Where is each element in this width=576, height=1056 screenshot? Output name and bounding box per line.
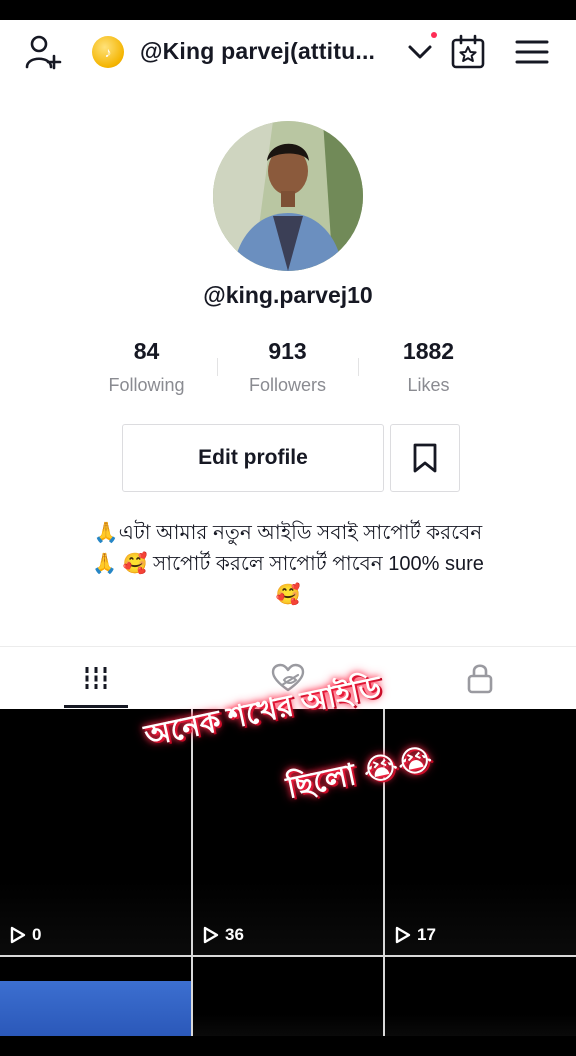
profile-username: @king.parvej10 [203,282,373,308]
video-view-count: 0 [32,925,42,944]
top-bar: ♪ @King parvej(attitu... [0,20,576,84]
stat-following[interactable]: 84 Following [76,336,217,400]
video-view-count: 36 [225,925,244,944]
video-thumbnail[interactable]: 0 [0,709,191,955]
add-user-icon [25,35,62,70]
grid-divider [383,709,385,1036]
bookmark-icon [413,443,437,473]
likes-count: 1882 [402,338,455,364]
grid-icon [85,667,107,689]
video-views: 36 [203,925,244,945]
followers-label: Followers [248,375,327,395]
video-view-count: 17 [417,925,436,944]
status-bar [0,0,576,20]
active-tab-indicator [64,705,128,708]
play-icon [203,926,219,944]
menu-icon [515,40,549,64]
profile-stats: 84 Following 913 Followers 1882 Likes [76,336,500,400]
video-views: 17 [395,925,436,945]
play-icon [395,926,411,944]
avatar[interactable] [213,121,363,271]
bio-line: 🥰 [275,584,301,606]
video-thumbnail[interactable]: 36 [193,709,383,955]
followers-count: 913 [268,338,307,364]
grid-divider [0,955,576,957]
bookmark-button[interactable] [390,424,460,492]
stat-likes[interactable]: 1882 Likes [358,336,499,400]
video-thumbnail[interactable] [385,957,576,1036]
calendar-button[interactable] [448,32,488,72]
stat-followers[interactable]: 913 Followers [217,336,358,400]
video-views: 0 [10,925,41,945]
tab-private[interactable] [448,647,512,709]
tab-videos[interactable] [64,647,128,709]
account-switcher-button[interactable] [404,36,436,68]
bio-line: 🙏 🥰 সাপোর্ট করলে সাপোর্ট পাবেন 100% sure [92,553,484,575]
profile-bio: 🙏এটা আমার নতুন আইডি সবাই সাপোর্ট করবেন 🙏… [40,518,536,611]
bio-line: 🙏এটা আমার নতুন আইডি সবাই সাপোর্ট করবেন [93,522,483,544]
following-count: 84 [133,338,160,364]
coin-icon[interactable]: ♪ [92,36,124,68]
notification-dot [431,32,437,38]
profile-photo [213,121,363,271]
tab-liked[interactable] [256,647,320,709]
profile-tabs [0,646,576,710]
edit-profile-button[interactable]: Edit profile [122,424,384,492]
account-switcher-name[interactable]: @King parvej(attitu... [140,38,375,65]
play-icon [10,926,26,944]
likes-label: Likes [407,375,450,395]
menu-button[interactable] [512,32,552,72]
video-thumbnail[interactable]: 17 [385,709,576,955]
video-grid: 0 36 17 [0,709,576,1036]
hidden-heart-icon [271,663,305,692]
stat-divider [217,358,218,376]
navigation-bar [0,1036,576,1056]
grid-divider [191,709,193,1036]
stat-divider [358,358,359,376]
lock-icon [467,664,493,694]
add-user-button[interactable] [22,32,66,72]
calendar-star-icon [451,34,485,69]
video-thumbnail[interactable] [0,981,191,1036]
video-thumbnail[interactable] [193,957,383,1036]
following-label: Following [108,375,185,395]
profile-screen: ♪ @King parvej(attitu... @king.parvej10 … [0,20,576,1036]
chevron-down-icon [408,45,432,59]
